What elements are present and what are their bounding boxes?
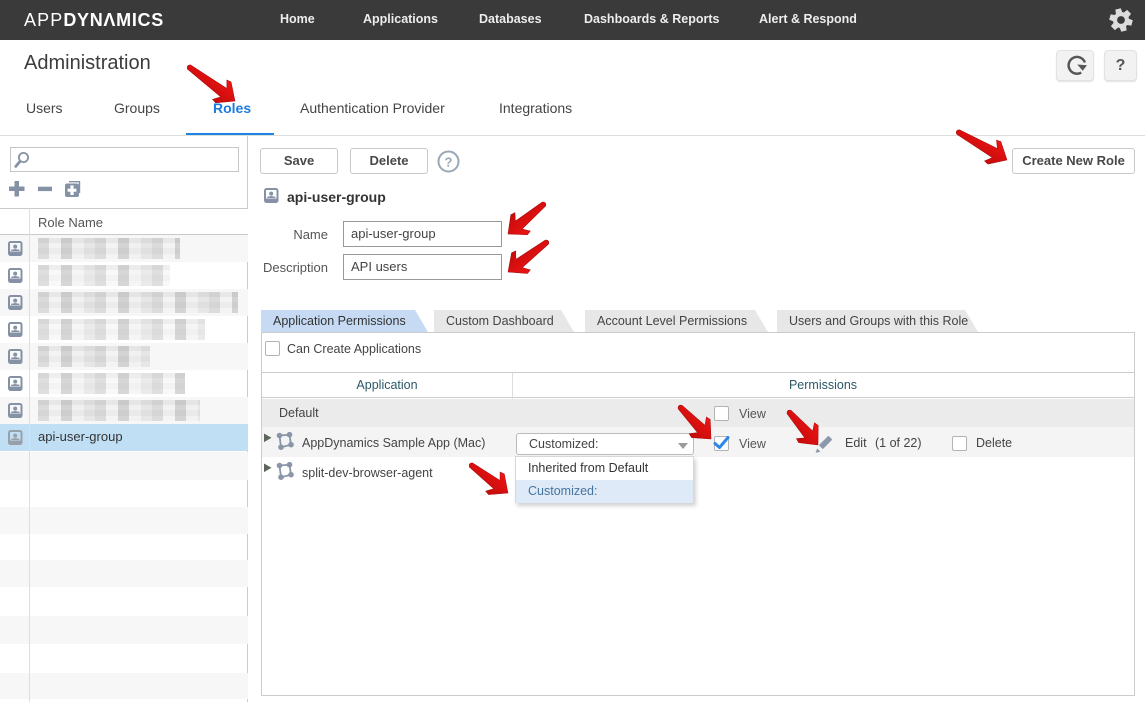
svg-text:?: ? [445,154,453,169]
